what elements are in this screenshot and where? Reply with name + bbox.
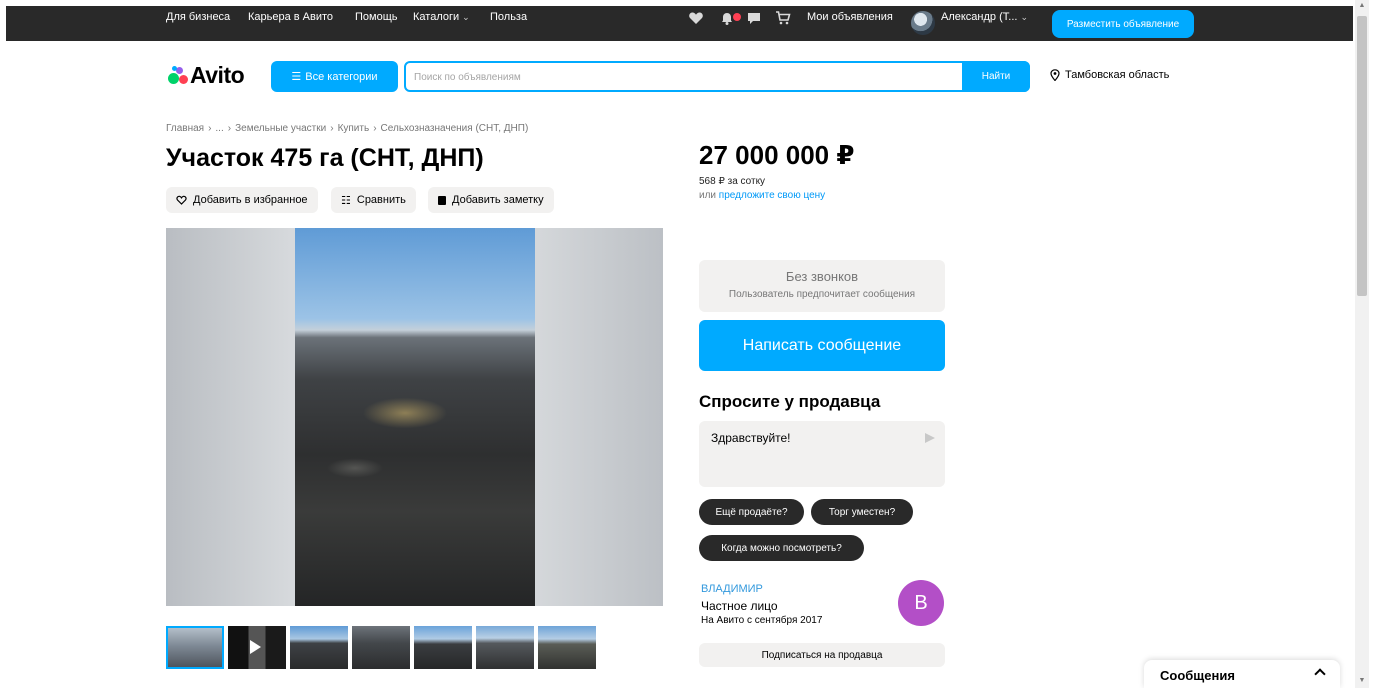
video-thumbnail[interactable]	[228, 626, 286, 669]
no-calls-title: Без звонков	[785, 269, 859, 284]
seller-name[interactable]: Владимир	[701, 583, 763, 595]
thumbnail[interactable]	[166, 626, 224, 669]
user-menu[interactable]: Александр (Т... ⌄	[941, 11, 1028, 23]
price-per-unit: 568 ₽ за сотку	[699, 176, 766, 187]
note-icon	[438, 195, 446, 205]
top-link-business[interactable]: Для бизнеса	[166, 11, 230, 23]
all-categories-button[interactable]: ☰ Все категории	[271, 61, 398, 92]
seller-avatar[interactable]: В	[898, 580, 944, 626]
cart-icon[interactable]	[775, 10, 791, 26]
thumbnail[interactable]	[352, 626, 410, 669]
region-selector[interactable]: Тамбовская область	[1050, 69, 1169, 81]
main-photo[interactable]	[295, 228, 535, 606]
search-bar: Найти	[404, 61, 1030, 92]
top-link-catalogs-label: Каталоги	[413, 11, 460, 23]
scroll-thumb[interactable]	[1357, 16, 1367, 296]
photo-gallery[interactable]	[166, 228, 663, 606]
chevron-down-icon: ⌄	[462, 12, 470, 22]
ask-message-box[interactable]: Здравствуйте!	[699, 421, 945, 487]
scroll-up-icon[interactable]: ▲	[1358, 2, 1366, 9]
breadcrumb: Главная ›... › Земельные участки › Купить › Сел…	[166, 123, 528, 134]
offer-prefix: или	[699, 190, 717, 201]
play-icon	[250, 640, 261, 654]
breadcrumb-separator: ›	[208, 123, 212, 134]
messenger-label: Сообщения	[1160, 668, 1235, 683]
my-ads-link[interactable]: Мои объявления	[807, 11, 893, 23]
thumbnail[interactable]	[476, 626, 534, 669]
categories-search-icon: ☰	[291, 71, 302, 83]
ask-seller-title: Спросите у продавца	[699, 392, 881, 411]
thumbnail[interactable]	[290, 626, 348, 669]
notification-badge	[733, 13, 741, 21]
chat-icon[interactable]	[746, 10, 762, 26]
top-link-benefit[interactable]: Польза	[490, 11, 527, 23]
search-input[interactable]	[414, 69, 954, 85]
breadcrumb-home[interactable]: Главная	[166, 123, 204, 134]
region-label: Тамбовская область	[1065, 69, 1170, 81]
post-ad-button[interactable]: Разместить объявление	[1052, 10, 1194, 38]
no-calls-notice: Без звонков Пользователь предпочитает со…	[699, 260, 945, 312]
compare-button[interactable]: ☷ Сравнить	[331, 187, 416, 213]
seller-since: На Авито с сентября 2017	[701, 615, 823, 626]
breadcrumb-agricultural[interactable]: Сельхозназначения (СНТ, ДНП)	[381, 123, 529, 134]
compare-label: Сравнить	[356, 194, 406, 206]
add-note-button[interactable]: Добавить заметку	[428, 187, 554, 213]
top-link-catalogs[interactable]: Каталоги ⌄	[413, 11, 470, 23]
search-button[interactable]: Найти	[962, 61, 1030, 92]
compare-icon: ☷	[341, 194, 351, 207]
thumbnail[interactable]	[414, 626, 472, 669]
avito-logo[interactable]: Avito	[166, 61, 245, 88]
add-favorite-button[interactable]: Добавить в избранное	[166, 187, 318, 213]
no-calls-subtitle: Пользователь предпочитает сообщения	[728, 289, 916, 300]
send-icon[interactable]	[925, 433, 935, 443]
breadcrumb-ellipsis[interactable]: ...	[215, 123, 223, 134]
location-pin-icon	[1050, 69, 1060, 81]
user-name-label: Александр (Т...	[941, 11, 1018, 23]
top-link-career[interactable]: Карьера в Авито	[248, 11, 333, 23]
offer-price-link[interactable]: предложите свою цену	[719, 190, 825, 201]
ask-message-text[interactable]: Здравствуйте!	[711, 431, 791, 445]
subscribe-seller-button[interactable]: Подписаться на продавца	[699, 643, 945, 667]
categories-label: Все категории	[305, 70, 378, 83]
quick-reply-when-view[interactable]: Когда можно посмотреть?	[699, 535, 864, 561]
breadcrumb-separator: ›	[330, 123, 334, 134]
breadcrumb-separator: ›	[373, 123, 377, 134]
chevron-up-icon[interactable]	[1314, 668, 1326, 680]
listing-title: Участок 475 га (СНТ, ДНП)	[166, 144, 484, 172]
breadcrumb-land[interactable]: Земельные участки	[235, 123, 326, 134]
top-link-help[interactable]: Помощь	[355, 11, 398, 23]
logo-text: Avito	[190, 61, 245, 88]
write-message-button[interactable]: Написать сообщение	[699, 320, 945, 371]
price-value: 27 000 000 ₽	[699, 140, 855, 170]
breadcrumb-separator: ›	[227, 123, 232, 134]
price-offer: или предложите свою цену	[699, 190, 825, 201]
heart-outline-icon	[176, 195, 187, 205]
note-label: Добавить заметку	[452, 194, 544, 206]
quick-reply-still-selling[interactable]: Ещё продаёте?	[699, 499, 804, 525]
logo-dots-icon	[166, 64, 188, 86]
page-scrollbar[interactable]: ▲ ▼	[1355, 0, 1369, 688]
heart-icon[interactable]	[688, 10, 704, 26]
favorite-label: Добавить в избранное	[193, 194, 308, 206]
user-avatar[interactable]	[911, 11, 935, 35]
thumbnail[interactable]	[538, 626, 596, 669]
messenger-widget[interactable]: Сообщения	[1144, 660, 1340, 688]
chevron-down-icon: ⌄	[1020, 12, 1028, 22]
scroll-down-icon[interactable]: ▼	[1358, 677, 1366, 684]
seller-type: Частное лицо	[701, 599, 778, 613]
quick-reply-bargain[interactable]: Торг уместен?	[811, 499, 913, 525]
breadcrumb-buy[interactable]: Купить	[338, 123, 370, 134]
